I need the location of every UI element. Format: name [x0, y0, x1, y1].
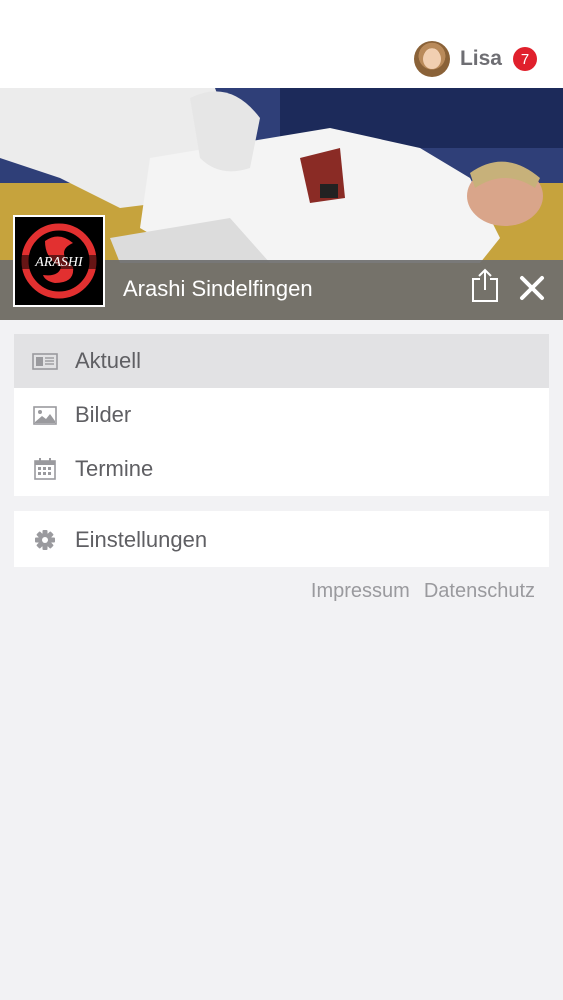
top-bar: Lisa 7: [0, 0, 563, 88]
image-icon: [32, 402, 58, 428]
gear-icon: [32, 527, 58, 553]
share-icon[interactable]: [470, 268, 500, 304]
calendar-icon: [32, 456, 58, 482]
menu-item-label: Aktuell: [75, 348, 142, 373]
notification-badge[interactable]: 7: [513, 47, 537, 71]
menu-item-termine[interactable]: Termine: [14, 442, 549, 496]
menu-item-label: Bilder: [75, 402, 132, 427]
club-logo: ARASHI: [13, 215, 105, 307]
menu-item-aktuell[interactable]: Aktuell: [14, 334, 549, 388]
menu-item-einstellungen[interactable]: Einstellungen: [14, 513, 549, 567]
menu-item-label: Termine: [75, 456, 154, 481]
avatar[interactable]: [413, 41, 450, 77]
logo-text: ARASHI: [34, 255, 84, 270]
club-name: Arashi Sindelfingen: [123, 276, 313, 301]
club-header: ARASHI Arashi Sindelfingen: [0, 88, 563, 320]
user-profile[interactable]: Lisa 7: [413, 40, 537, 78]
settings-menu: Einstellungen: [14, 511, 549, 567]
user-name[interactable]: Lisa: [460, 47, 502, 71]
newspaper-icon: [32, 348, 58, 374]
menu-item-bilder[interactable]: Bilder: [14, 388, 549, 442]
close-icon[interactable]: [518, 274, 546, 302]
impressum-link[interactable]: Impressum: [311, 580, 410, 603]
footer-links: Impressum Datenschutz: [311, 580, 535, 603]
menu-item-label: Einstellungen: [75, 527, 208, 552]
main-menu: Aktuell Bilder Termine: [14, 334, 549, 496]
datenschutz-link[interactable]: Datenschutz: [424, 580, 535, 603]
